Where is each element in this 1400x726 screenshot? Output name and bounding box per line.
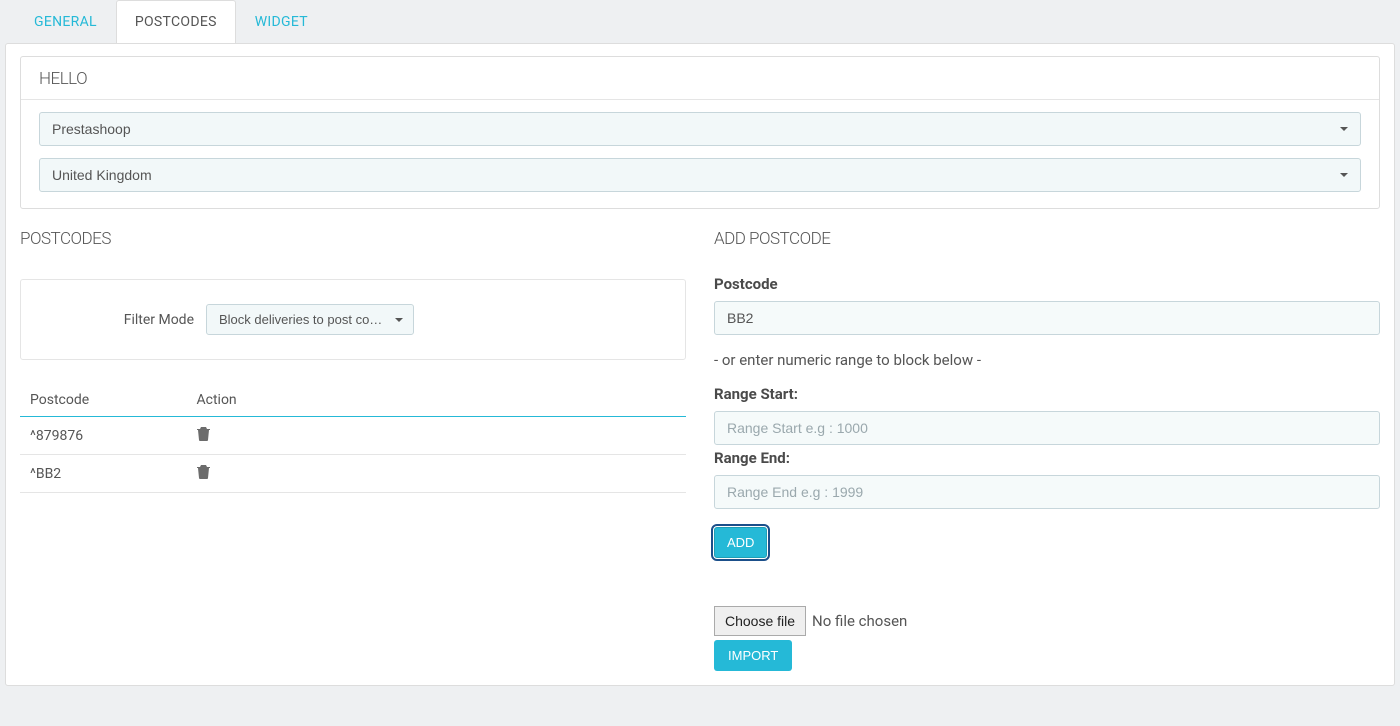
add-postcode-heading: ADD POSTCODE — [714, 229, 1380, 259]
postcode-cell: ^879876 — [20, 417, 187, 455]
add-postcode-column: ADD POSTCODE Postcode - or enter numeric… — [714, 229, 1380, 671]
postcode-label: Postcode — [714, 275, 1380, 293]
range-start-label: Range Start: — [714, 385, 1380, 403]
tab-postcodes[interactable]: Postcodes — [116, 0, 236, 43]
choose-file-button[interactable]: Choose file — [714, 606, 806, 636]
carrier-select[interactable]: Prestashoop — [39, 112, 1361, 146]
import-button[interactable]: Import — [714, 640, 792, 671]
table-row: ^879876 — [20, 417, 686, 455]
main-panel: HELLO Prestashoop United Kingdom POSTCOD… — [5, 43, 1395, 686]
trash-icon[interactable] — [197, 465, 210, 483]
trash-icon[interactable] — [197, 427, 210, 445]
hello-heading: HELLO — [21, 57, 1379, 100]
range-end-label: Range End: — [714, 449, 1380, 467]
add-button[interactable]: Add — [714, 527, 767, 558]
tab-widget[interactable]: Widget — [236, 0, 327, 43]
hello-section: HELLO Prestashoop United Kingdom — [20, 56, 1380, 209]
col-header-action: Action — [187, 384, 687, 417]
filter-mode-label: Filter Mode — [39, 312, 194, 328]
table-row: ^BB2 — [20, 455, 686, 493]
filter-panel: Filter Mode Block deliveries to post cod… — [20, 279, 686, 360]
postcode-input[interactable] — [714, 301, 1380, 335]
col-header-postcode: Postcode — [20, 384, 187, 417]
tab-bar: General Postcodes Widget — [0, 0, 1400, 43]
postcodes-table: Postcode Action ^879876 — [20, 384, 686, 493]
postcodes-heading: POSTCODES — [20, 229, 686, 259]
country-select[interactable]: United Kingdom — [39, 158, 1361, 192]
postcode-cell: ^BB2 — [20, 455, 187, 493]
range-start-input[interactable] — [714, 411, 1380, 445]
postcodes-column: POSTCODES Filter Mode Block deliveries t… — [20, 229, 686, 671]
or-range-text: - or enter numeric range to block below … — [714, 351, 1380, 369]
file-status-text: No file chosen — [812, 612, 907, 630]
tab-general[interactable]: General — [15, 0, 116, 43]
filter-mode-select[interactable]: Block deliveries to post codes — [206, 304, 414, 335]
range-end-input[interactable] — [714, 475, 1380, 509]
